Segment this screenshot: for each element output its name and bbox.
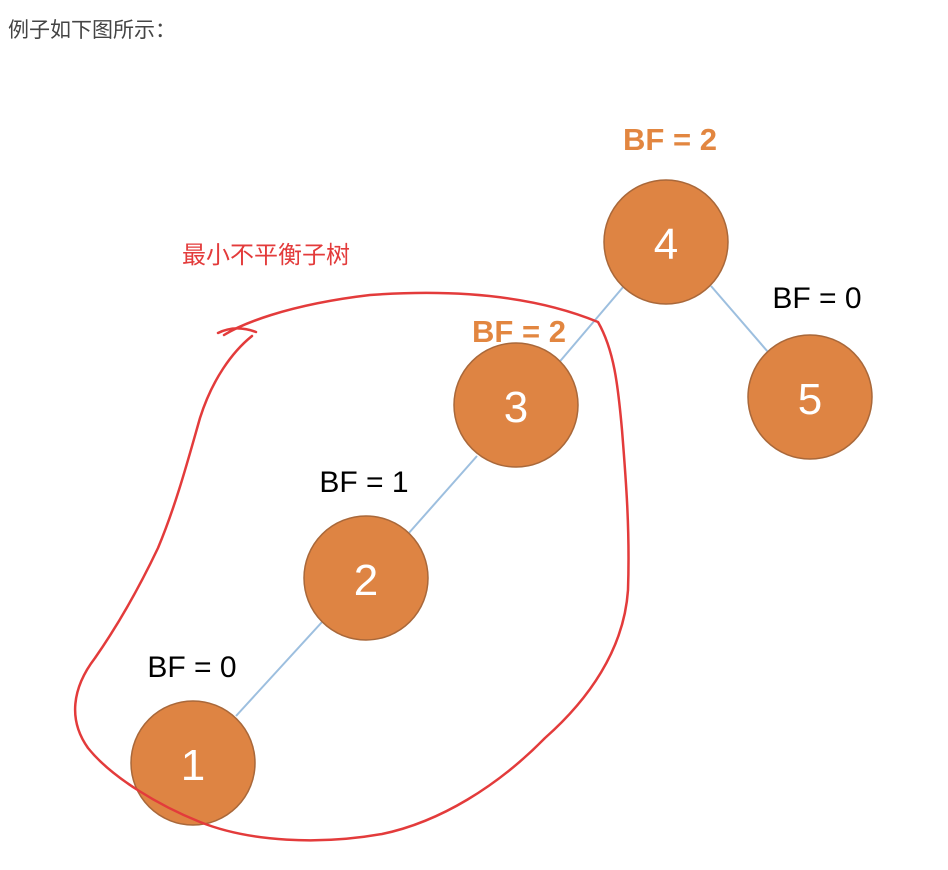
bf-label-node-4: BF = 2: [623, 122, 717, 157]
edge-4-5: [710, 285, 769, 353]
bf-label-node-3: BF = 2: [472, 314, 566, 349]
node-label: 3: [504, 383, 528, 432]
tree-node-1: 1: [130, 700, 256, 826]
bf-label-node-5: BF = 0: [772, 282, 861, 315]
tree-node-5: 5: [747, 334, 873, 460]
tree-node-3: 3: [453, 342, 579, 468]
bf-label-node-1: BF = 0: [147, 651, 236, 684]
node-label: 5: [798, 375, 822, 424]
bf-label-node-2: BF = 1: [319, 466, 408, 499]
edge-4-3: [555, 285, 625, 367]
annotation-min-unbalanced-subtree: 最小不平衡子树: [182, 241, 350, 269]
avl-tree-diagram: 4 5 3 2 1 BF = 2 BF = 0 BF = 2 BF = 1 BF…: [73, 122, 873, 842]
subtree-outline-tail: [216, 327, 258, 335]
tree-node-4: 4: [603, 179, 729, 305]
edge-3-2: [407, 455, 478, 535]
node-label: 1: [181, 741, 205, 790]
edge-2-1: [235, 621, 323, 717]
node-label: 4: [654, 220, 678, 269]
node-label: 2: [354, 556, 378, 605]
tree-node-2: 2: [303, 515, 429, 641]
